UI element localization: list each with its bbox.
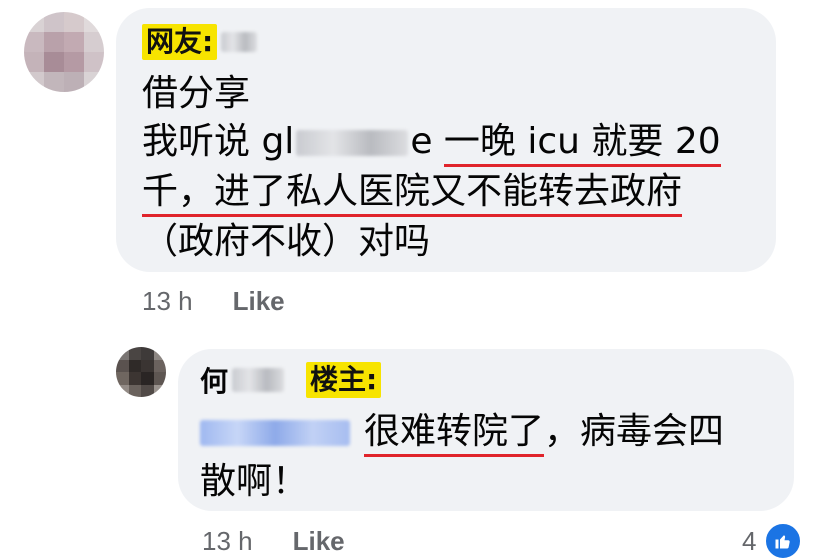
reply-name-row[interactable]: 何 楼主: — [200, 360, 382, 400]
commenter-name-row[interactable]: 网友: — [142, 24, 258, 60]
comment-line-4: （政府不收）对吗 — [142, 221, 431, 262]
comment-thread: 网友: 借分享 我听说 gl e 一晚 icu 就要 20 千，进了私人医院又不能… — [0, 0, 828, 560]
reply-name: 何 — [200, 365, 229, 398]
mentioned-user-blurred[interactable] — [200, 420, 350, 446]
reaction-summary[interactable]: 4 — [742, 522, 803, 560]
thumbs-up-icon — [764, 522, 803, 560]
commenter-avatar[interactable] — [24, 12, 104, 92]
reply-line-1: 很难转院了，病毒会四 — [200, 408, 725, 457]
reply-tag: 楼主: — [306, 362, 382, 398]
comment-line-3: 千，进了私人医院又不能转去政府 — [142, 168, 683, 217]
reply-blurred-name — [232, 368, 285, 392]
reply-time[interactable]: 13 h — [202, 526, 253, 557]
blurred-name — [221, 32, 258, 52]
comment-line-1: 借分享 — [142, 73, 251, 114]
comment-underlined-1: 一晚 icu 就要 20 — [443, 121, 721, 167]
comment-line-2-start: 我听说 gl — [142, 121, 295, 162]
reply-text-rest: ，病毒会四 — [544, 411, 725, 452]
reply-avatar[interactable] — [116, 347, 166, 397]
comment-time[interactable]: 13 h — [142, 286, 193, 317]
blurred-word — [296, 130, 409, 156]
comment-underlined-2: 千，进了私人医院又不能转去政府 — [142, 171, 683, 217]
reply-like-button[interactable]: Like — [293, 526, 345, 557]
reaction-count: 4 — [742, 525, 757, 556]
reply-underlined: 很难转院了 — [364, 411, 545, 457]
commenter-tag: 网友: — [142, 24, 218, 60]
comment-like-button[interactable]: Like — [233, 286, 285, 317]
reply-line-2: 散啊！ — [200, 461, 309, 502]
comment-meta: 13 h Like — [142, 286, 285, 317]
comment-line-2-e: e — [410, 121, 433, 162]
comment-line-2: 我听说 gl e 一晚 icu 就要 20 — [142, 118, 721, 167]
reply-meta: 13 h Like — [202, 526, 345, 557]
